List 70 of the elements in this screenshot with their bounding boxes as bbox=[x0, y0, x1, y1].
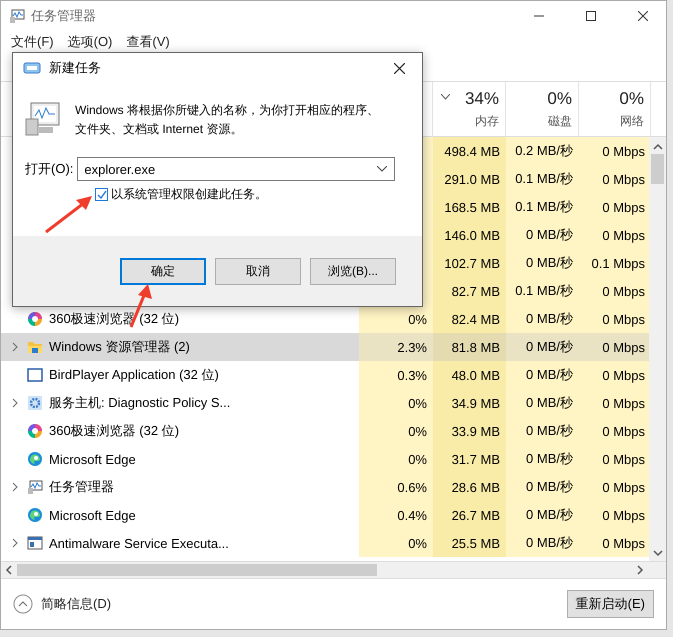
memory-cell: 26.7 MB bbox=[433, 501, 506, 529]
disk-cell: 0.1 MB/秒 bbox=[506, 165, 579, 193]
process-name: BirdPlayer Application (32 位) bbox=[49, 366, 219, 384]
disk-cell: 0 MB/秒 bbox=[506, 445, 579, 473]
disk-cell: 0 MB/秒 bbox=[506, 389, 579, 417]
process-name: 任务管理器 bbox=[49, 478, 114, 496]
column-percent: 34% bbox=[464, 88, 499, 108]
process-name: 360极速浏览器 (32 位) bbox=[49, 422, 180, 440]
memory-cell: 498.4 MB bbox=[433, 137, 506, 165]
cpu-cell: 0% bbox=[359, 417, 433, 445]
window-title: 任务管理器 bbox=[31, 7, 96, 25]
column-percent: 0% bbox=[619, 88, 644, 108]
disk-cell: 0.1 MB/秒 bbox=[506, 193, 579, 221]
network-cell: 0 Mbps bbox=[579, 445, 650, 473]
disk-cell: 0 MB/秒 bbox=[506, 529, 579, 557]
memory-cell: 146.0 MB bbox=[433, 221, 506, 249]
disk-cell: 0 MB/秒 bbox=[506, 417, 579, 445]
disk-cell: 0.2 MB/秒 bbox=[506, 137, 579, 165]
network-cell: 0 Mbps bbox=[579, 389, 650, 417]
network-cell: 0 Mbps bbox=[579, 361, 650, 389]
memory-cell: 82.4 MB bbox=[433, 305, 506, 333]
network-cell: 0 Mbps bbox=[579, 193, 650, 221]
process-name: 服务主机: Diagnostic Policy S... bbox=[49, 394, 230, 412]
cpu-cell: 0.6% bbox=[359, 473, 433, 501]
cpu-cell: 0% bbox=[359, 389, 433, 417]
network-cell: 0 Mbps bbox=[579, 165, 650, 193]
dialog-message: Windows 将根据你所键入的名称，为你打开相应的程序、文件夹、文档或 Internet 资源。 bbox=[75, 102, 380, 138]
cpu-cell: 2.3% bbox=[359, 333, 433, 361]
network-cell: 0 Mbps bbox=[579, 277, 650, 305]
memory-cell: 31.7 MB bbox=[433, 445, 506, 473]
memory-cell: 291.0 MB bbox=[433, 165, 506, 193]
disk-cell: 0 MB/秒 bbox=[506, 221, 579, 249]
cpu-cell: 0% bbox=[359, 445, 433, 473]
cpu-cell: 0% bbox=[359, 305, 433, 333]
network-cell: 0 Mbps bbox=[579, 305, 650, 333]
network-cell: 0.1 Mbps bbox=[579, 249, 650, 277]
memory-cell: 82.7 MB bbox=[433, 277, 506, 305]
memory-cell: 33.9 MB bbox=[433, 417, 506, 445]
network-cell: 0 Mbps bbox=[579, 501, 650, 529]
cpu-cell: 0.3% bbox=[359, 361, 433, 389]
dialog-title: 新建任务 bbox=[49, 59, 101, 77]
network-cell: 0 Mbps bbox=[579, 417, 650, 445]
disk-cell: 0.1 MB/秒 bbox=[506, 277, 579, 305]
open-label: 打开(O): bbox=[25, 160, 74, 178]
process-name: Microsoft Edge bbox=[49, 508, 136, 522]
cpu-cell: 0.4% bbox=[359, 501, 433, 529]
cpu-cell: 0% bbox=[359, 529, 433, 557]
memory-cell: 168.5 MB bbox=[433, 193, 506, 221]
column-percent: 0% bbox=[547, 88, 572, 108]
disk-cell: 0 MB/秒 bbox=[506, 361, 579, 389]
memory-cell: 25.5 MB bbox=[433, 529, 506, 557]
process-name: Windows 资源管理器 (2) bbox=[49, 338, 190, 356]
disk-cell: 0 MB/秒 bbox=[506, 473, 579, 501]
network-cell: 0 Mbps bbox=[579, 473, 650, 501]
network-cell: 0 Mbps bbox=[579, 137, 650, 165]
network-cell: 0 Mbps bbox=[579, 221, 650, 249]
disk-cell: 0 MB/秒 bbox=[506, 333, 579, 361]
checkbox-label: 以系统管理权限创建此任务。 bbox=[111, 186, 267, 203]
memory-cell: 81.8 MB bbox=[433, 333, 506, 361]
memory-cell: 28.6 MB bbox=[433, 473, 506, 501]
network-cell: 0 Mbps bbox=[579, 529, 650, 557]
memory-cell: 48.0 MB bbox=[433, 361, 506, 389]
process-name: Antimalware Service Executa... bbox=[49, 536, 229, 550]
process-name: Microsoft Edge bbox=[49, 452, 136, 466]
network-cell: 0 Mbps bbox=[579, 333, 650, 361]
disk-cell: 0 MB/秒 bbox=[506, 501, 579, 529]
memory-cell: 34.9 MB bbox=[433, 389, 506, 417]
disk-cell: 0 MB/秒 bbox=[506, 249, 579, 277]
memory-cell: 102.7 MB bbox=[433, 249, 506, 277]
disk-cell: 0 MB/秒 bbox=[506, 305, 579, 333]
